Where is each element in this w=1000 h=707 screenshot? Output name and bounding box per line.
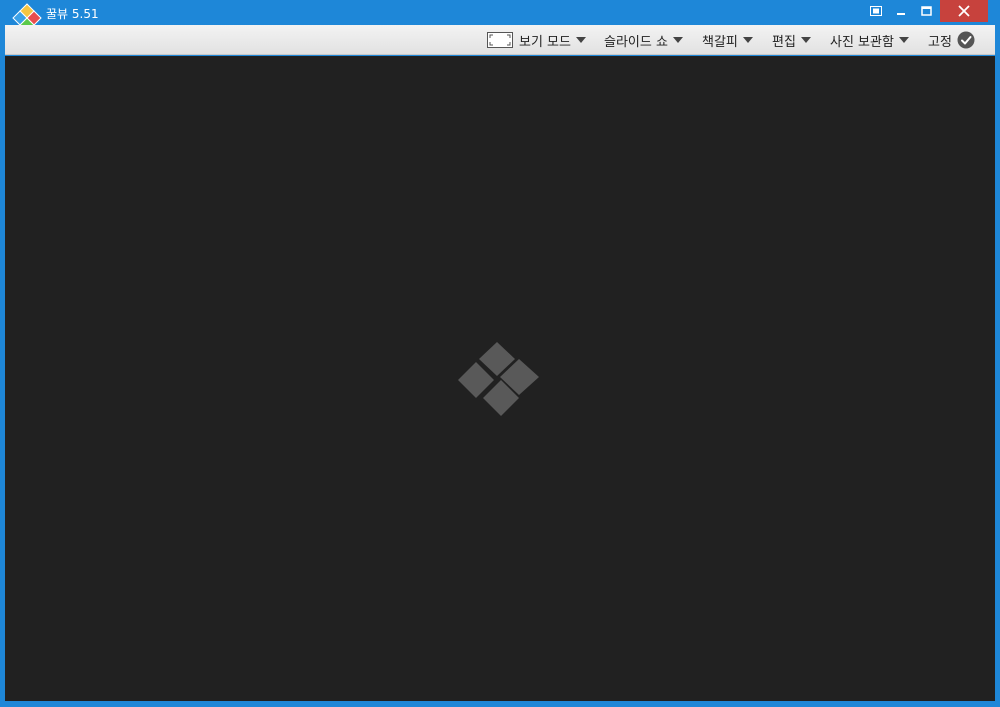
photo-album-menu[interactable]: 사진 보관함 (830, 25, 909, 55)
fullscreen-icon (870, 6, 882, 16)
image-viewer-area[interactable] (5, 56, 995, 701)
maximize-button[interactable] (917, 0, 935, 22)
chevron-down-icon (742, 37, 753, 43)
close-icon (958, 5, 970, 17)
maximize-icon (920, 6, 932, 16)
view-mode-menu[interactable]: 보기 모드 (487, 25, 586, 55)
check-circle-icon (957, 31, 975, 49)
view-mode-label: 보기 모드 (519, 34, 571, 50)
minimize-icon (897, 13, 905, 15)
window-title: 꿀뷰 5.51 (46, 7, 99, 21)
title-bar[interactable]: 꿀뷰 5.51 (0, 0, 1000, 29)
chevron-down-icon (898, 37, 909, 43)
minimize-button[interactable] (892, 0, 910, 22)
bookmark-menu[interactable]: 책갈피 (702, 25, 753, 55)
bookmark-label: 책갈피 (702, 34, 738, 50)
close-button[interactable] (940, 0, 988, 22)
slideshow-menu[interactable]: 슬라이드 쇼 (604, 25, 683, 55)
chevron-down-icon (800, 37, 811, 43)
pin-label: 고정 (928, 34, 952, 50)
photo-album-label: 사진 보관함 (830, 34, 894, 50)
pin-toggle[interactable]: 고정 (928, 25, 975, 55)
app-window: 꿀뷰 5.51 보기 모드 슬라이드 쇼 책갈피 편집 사진 보관함 고정 (0, 0, 1000, 707)
fullscreen-button[interactable] (866, 0, 886, 22)
menu-toolbar: 보기 모드 슬라이드 쇼 책갈피 편집 사진 보관함 고정 (5, 25, 995, 55)
edit-menu[interactable]: 편집 (772, 25, 811, 55)
chevron-down-icon (672, 37, 683, 43)
edit-label: 편집 (772, 34, 796, 50)
view-mode-frame-icon (487, 32, 513, 48)
chevron-down-icon (575, 37, 586, 43)
slideshow-label: 슬라이드 쇼 (604, 34, 668, 50)
diamond-logo-icon (458, 342, 539, 416)
